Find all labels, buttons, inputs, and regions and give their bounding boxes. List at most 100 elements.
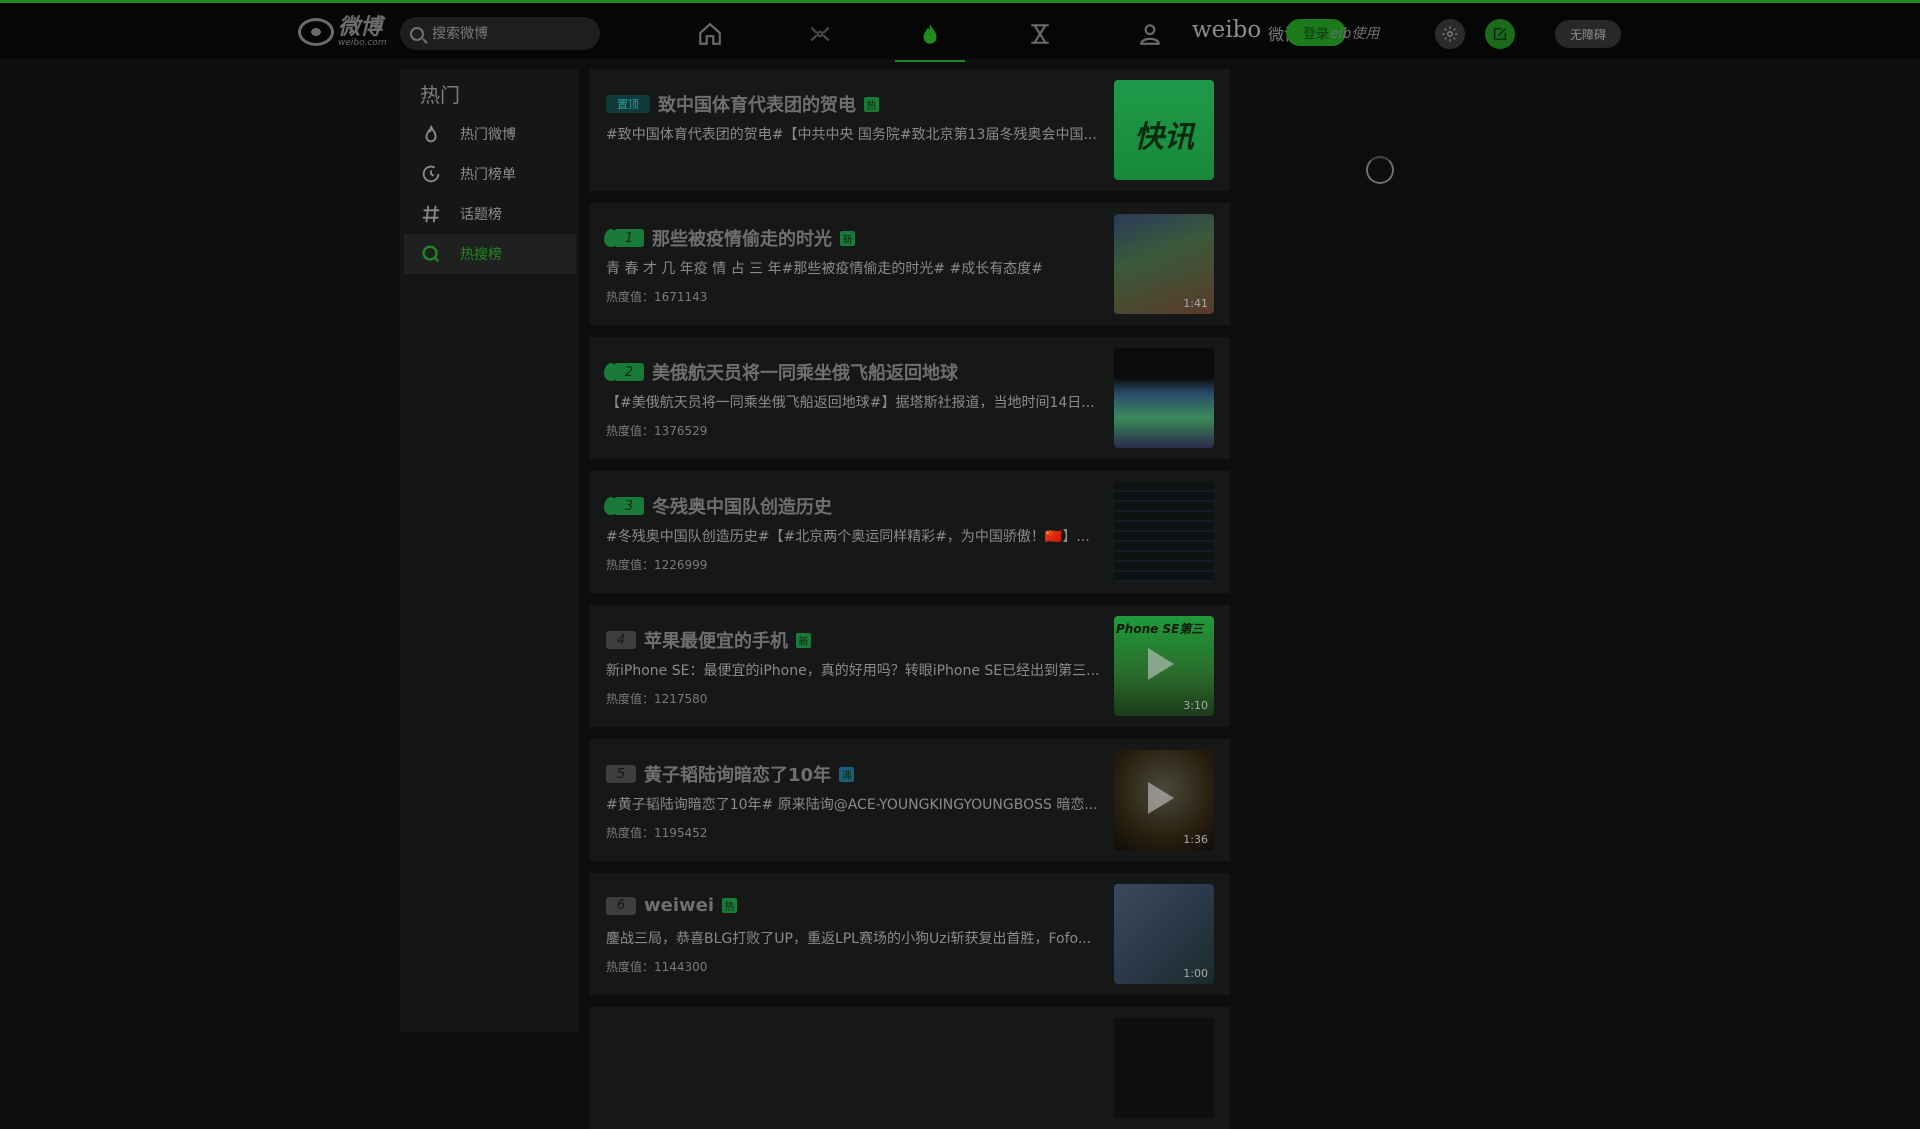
card-description: 【#美俄航天员将一同乘坐俄飞船返回地球#】据塔斯社报道，当地时间14日... (606, 395, 1095, 411)
gear-icon (1442, 26, 1458, 42)
card-title[interactable]: 那些被疫情偷走的时光 (652, 225, 832, 251)
boiling-tag: 沸 (839, 766, 855, 782)
heat-value: 热度值：1217580 (606, 692, 708, 706)
card-thumbnail[interactable] (1114, 1018, 1214, 1118)
hot-icon (923, 23, 937, 44)
card-title[interactable]: weiwei (644, 895, 714, 916)
logo-text-en: weibo.com (338, 37, 387, 48)
sidebar-item-label: 热搜榜 (460, 247, 502, 263)
heat-value: 热度值：1144300 (606, 960, 708, 974)
rank-badge: 5 (606, 765, 636, 783)
video-duration: 1:36 (1183, 833, 1208, 846)
feed-card[interactable] (590, 1007, 1230, 1129)
card-title[interactable]: 冬残奥中国队创造历史 (652, 493, 832, 519)
pinned-badge: 置顶 (606, 95, 650, 113)
feed-card[interactable]: 3 冬残奥中国队创造历史 #冬残奥中国队创造历史#【#北京两个奥运同样精彩#，为… (590, 471, 1230, 593)
card-title[interactable]: 苹果最便宜的手机 (644, 627, 788, 653)
video-duration: 1:41 (1183, 297, 1208, 310)
video-duration: 3:10 (1183, 699, 1208, 712)
card-description: 青 春 才 几 年疫 情 占 三 年#那些被疫情偷走的时光# #成长有态度# (606, 261, 1043, 277)
clock-icon (422, 165, 440, 183)
flame-icon (604, 363, 618, 381)
hot-tag: 热 (722, 898, 738, 913)
play-icon (1148, 648, 1174, 680)
card-thumbnail[interactable]: 1:41 (1114, 214, 1214, 314)
hot-tag: 热 (864, 96, 879, 112)
feed-card[interactable]: 1 那些被疫情偷走的时光 新 青 春 才 几 年疫 情 占 三 年#那些被疫情偷… (590, 203, 1230, 325)
play-icon (1148, 782, 1174, 814)
sidebar-item-hot-weibo[interactable]: 热门微博 (404, 114, 576, 154)
feed-card[interactable]: 4 苹果最便宜的手机 新 新iPhone SE：最便宜的iPhone，真的好用吗… (590, 605, 1230, 727)
video-icon (810, 26, 830, 42)
settings-button[interactable] (1435, 19, 1465, 49)
sidebar-item-label: 话题榜 (460, 207, 502, 223)
thumb-caption: Phone SE第三 (1116, 622, 1204, 636)
card-thumbnail[interactable] (1114, 482, 1214, 582)
nav-hot[interactable] (875, 6, 985, 62)
accessibility-button[interactable]: 无障碍 (1555, 20, 1621, 48)
new-tag: 新 (840, 230, 855, 246)
rank-badge: 6 (606, 896, 636, 915)
sidebar-item-label: 热门榜单 (460, 167, 516, 183)
nav-home[interactable] (655, 6, 765, 62)
card-description: #黄子韬陆询暗恋了10年# 原来陆询@ACE-YOUNGKINGYOUNGBOS… (606, 797, 1098, 813)
home-icon (699, 22, 721, 45)
card-thumbnail[interactable]: 1:36 (1114, 750, 1214, 850)
sidebar-title: 热门 (420, 83, 460, 107)
rank-badge: 4 (606, 631, 636, 649)
compose-button[interactable] (1485, 19, 1515, 49)
card-description: #冬残奥中国队创造历史#【#北京两个奥运同样精彩#，为中国骄傲！🇨🇳】... (606, 529, 1090, 545)
ranking-icon (1031, 24, 1049, 44)
search-box[interactable] (400, 17, 600, 50)
brand-weibo: weibo (1192, 17, 1262, 43)
card-thumbnail[interactable]: 1:00 (1114, 884, 1214, 984)
heat-value: 热度值：1671143 (606, 290, 708, 304)
rank-badge: 3 (614, 497, 644, 515)
flame-icon (604, 497, 618, 515)
card-thumbnail[interactable]: 快讯 (1114, 80, 1214, 180)
nav-profile[interactable] (1095, 6, 1205, 62)
feed-card[interactable]: 6 weiwei 热 鏖战三局，恭喜BLG打败了UP，重返LPL赛场的小狗Uzi… (590, 873, 1230, 995)
heat-value: 热度值：1226999 (606, 558, 708, 572)
search-input[interactable] (432, 25, 582, 42)
card-thumbnail[interactable]: Phone SE第三 3:10 (1114, 616, 1214, 716)
loading-spinner-icon (1366, 156, 1394, 184)
profile-icon (1140, 24, 1160, 45)
sidebar-item-hot-list[interactable]: 热门榜单 (404, 154, 576, 194)
logo-text-zh: 微博 (338, 14, 383, 40)
card-description: #致中国体育代表团的贺电#【中共中央 国务院#致北京第13届冬残奥会中国... (606, 127, 1097, 143)
rank-badge: 2 (614, 363, 644, 381)
video-duration: 1:00 (1183, 967, 1208, 980)
card-thumbnail[interactable] (1114, 348, 1214, 448)
nav-ranking[interactable] (985, 6, 1095, 62)
card-title[interactable]: 美俄航天员将一同乘坐俄飞船返回地球 (652, 359, 958, 385)
left-sidebar: 热门 热门微博 热门榜单 话题榜 热搜榜 (400, 69, 578, 1032)
sidebar-item-hot-search[interactable]: 热搜榜 (404, 234, 576, 274)
search-icon (410, 26, 424, 41)
main-nav (655, 6, 1205, 62)
card-title[interactable]: 致中国体育代表团的贺电 (658, 91, 856, 117)
flame-icon (425, 125, 437, 143)
card-description: 鏖战三局，恭喜BLG打败了UP，重返LPL赛场的小狗Uzi斩获复出首胜，Fofo… (606, 931, 1092, 947)
sidebar-item-label: 热门微博 (460, 127, 516, 143)
weibo-logo[interactable]: 微博 weibo.com (298, 15, 387, 49)
card-description: 新iPhone SE：最便宜的iPhone，真的好用吗？转眼iPhone SE已… (606, 663, 1100, 679)
weibo-eye-icon (298, 18, 334, 46)
thumb-caption: 快讯 (1134, 120, 1194, 155)
top-navigation-bar: 微博 weibo.com weibo 微博 登录 eib使用 无障碍 (0, 0, 1920, 62)
heat-value: 热度值：1195452 (606, 826, 708, 840)
feed-card[interactable]: 5 黄子韬陆询暗恋了10年 沸 #黄子韬陆询暗恋了10年# 原来陆询@ACE-Y… (590, 739, 1230, 861)
edit-icon (1493, 27, 1507, 41)
flame-icon (604, 229, 618, 247)
heat-value: 热度值：1376529 (606, 424, 708, 438)
feed-card[interactable]: 置顶 致中国体育代表团的贺电 热 #致中国体育代表团的贺电#【中共中央 国务院#… (590, 69, 1230, 191)
nav-video[interactable] (765, 6, 875, 62)
search-circle-icon (422, 245, 440, 263)
brand-tail-text: eib使用 (1330, 26, 1380, 42)
feed-card[interactable]: 2 美俄航天员将一同乘坐俄飞船返回地球 【#美俄航天员将一同乘坐俄飞船返回地球#… (590, 337, 1230, 459)
hash-icon (422, 205, 440, 223)
sidebar-item-topics[interactable]: 话题榜 (404, 194, 576, 234)
card-title[interactable]: 黄子韬陆询暗恋了10年 (644, 761, 831, 787)
new-tag: 新 (796, 632, 811, 648)
rank-badge: 1 (614, 229, 644, 247)
